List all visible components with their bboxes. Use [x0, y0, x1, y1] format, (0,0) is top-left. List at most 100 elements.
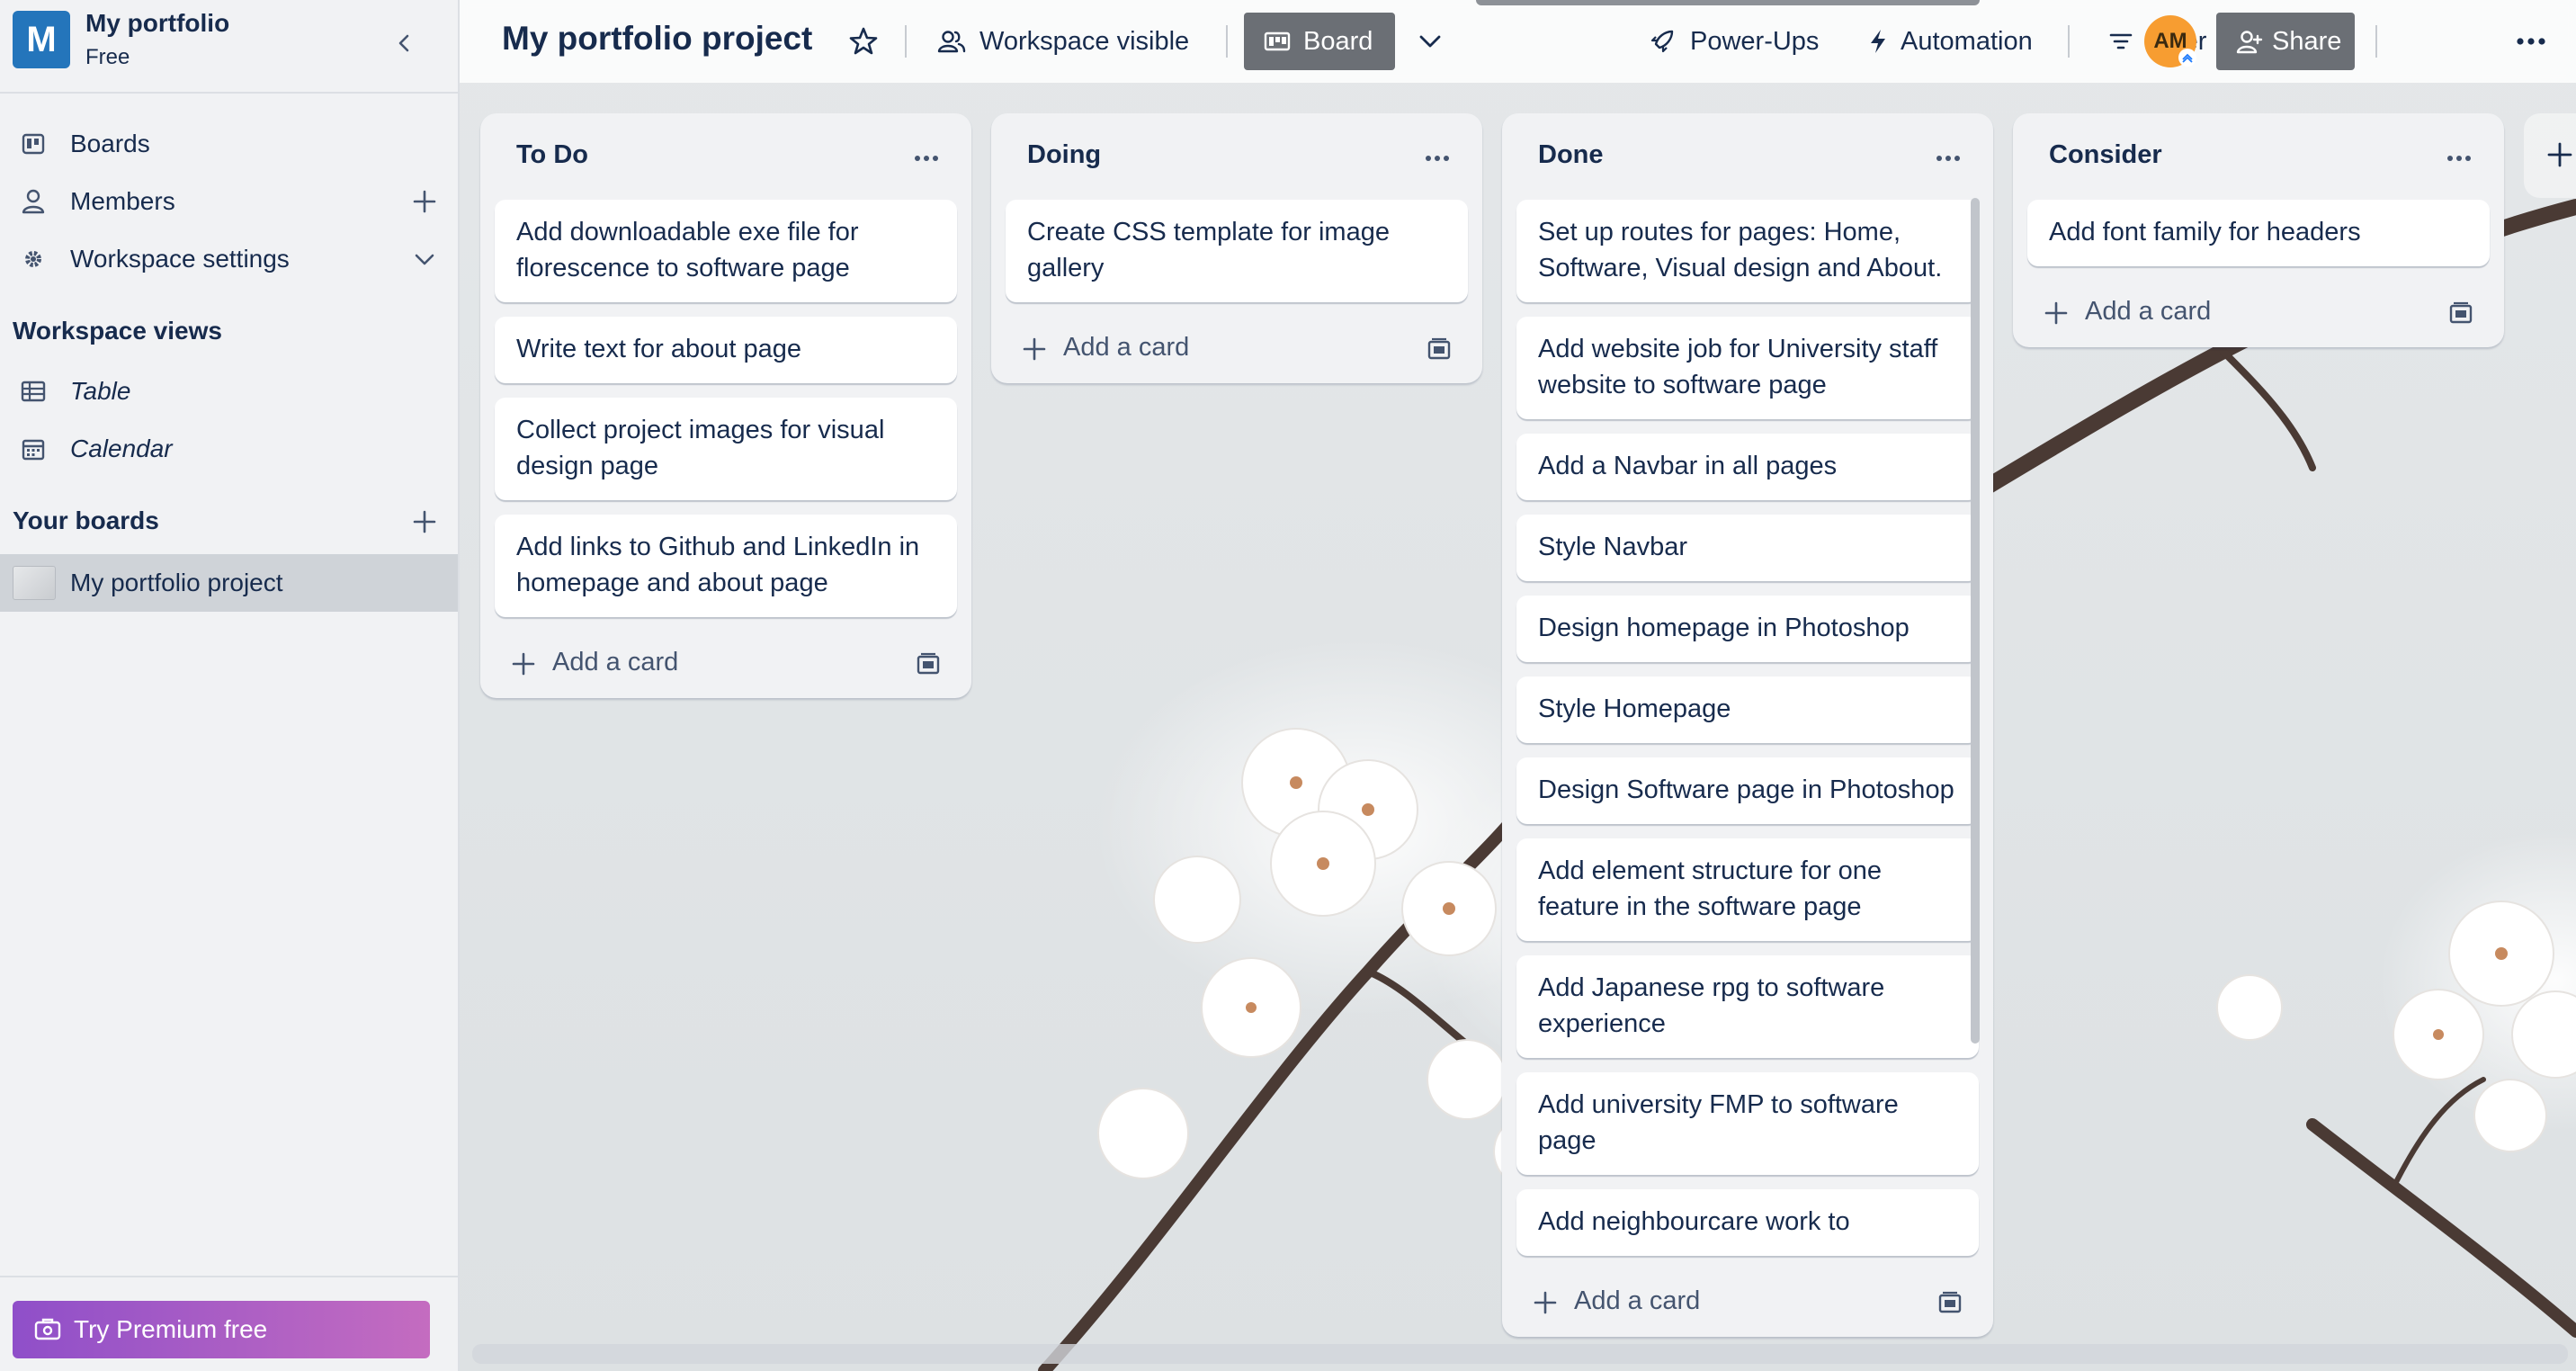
list-title[interactable]: Done: [1538, 140, 1604, 170]
chevron-left-icon: [398, 34, 409, 52]
list-header: Done: [1502, 113, 1993, 200]
sidebar-divider: [0, 1276, 458, 1277]
board-title[interactable]: My portfolio project: [502, 20, 812, 58]
card[interactable]: Design homepage in Photoshop: [1516, 596, 1979, 662]
table-icon: [20, 378, 47, 405]
chevron-down-icon: [1419, 35, 1441, 48]
card[interactable]: Add Japanese rpg to software experience: [1516, 955, 1979, 1058]
board-thumbnail: [13, 566, 56, 600]
plus-icon: [1529, 1286, 1561, 1319]
sidebar-item-boards[interactable]: Boards: [0, 117, 458, 171]
create-board-button[interactable]: [407, 495, 443, 549]
visibility-label: Workspace visible: [979, 26, 1190, 56]
card[interactable]: Add university FMP to software page: [1516, 1072, 1979, 1175]
chevron-down-icon: [415, 254, 434, 265]
add-card-button[interactable]: Add a card: [1502, 1270, 1993, 1337]
card[interactable]: Add links to Github and LinkedIn in home…: [495, 515, 957, 617]
card-template-icon[interactable]: [1423, 333, 1455, 365]
list-header: To Do: [480, 113, 971, 200]
add-card-button[interactable]: Add a card: [991, 317, 1482, 383]
list-to-do: To Do Add downloadable exe file for flor…: [480, 113, 971, 698]
gear-icon: [20, 246, 47, 273]
sidebar-item-calendar[interactable]: Calendar: [0, 422, 458, 476]
list-scrollbar[interactable]: [1971, 198, 1980, 1044]
try-premium-button[interactable]: Try Premium free: [13, 1301, 430, 1358]
add-card-button[interactable]: Add a card: [480, 632, 971, 698]
workspace-plan: Free: [85, 45, 130, 69]
calendar-icon: [20, 435, 47, 462]
board-horizontal-scrollbar[interactable]: [472, 1344, 2568, 1364]
add-card-button[interactable]: Add a card: [2013, 281, 2504, 347]
rocket-icon: [1647, 26, 1677, 57]
card[interactable]: Add font family for headers: [2027, 200, 2490, 266]
toolbar-separator: [2068, 25, 2070, 58]
list-done: Done Set up routes for pages: Home, Soft…: [1502, 113, 1993, 1337]
automation-button[interactable]: Automation: [1863, 13, 2033, 70]
star-board-button[interactable]: [844, 22, 883, 61]
list-consider: Consider Add font family for headers Add…: [2013, 113, 2504, 347]
workspace-logo[interactable]: M: [13, 11, 70, 68]
card[interactable]: Collect project images for visual design…: [495, 398, 957, 500]
card-template-icon[interactable]: [1934, 1286, 1966, 1319]
list-menu-button[interactable]: [2439, 139, 2479, 178]
list-menu-button[interactable]: [907, 139, 946, 178]
list-title[interactable]: To Do: [516, 140, 588, 170]
list-menu-button[interactable]: [1418, 139, 1457, 178]
view-label: Board: [1303, 26, 1373, 56]
add-card-label: Add a card: [552, 648, 679, 677]
more-icon: [1426, 156, 1449, 161]
power-ups-button[interactable]: Power-Ups: [1647, 13, 1819, 70]
card[interactable]: Set up routes for pages: Home, Software,…: [1516, 200, 1979, 302]
add-card-label: Add a card: [2085, 297, 2212, 326]
card-list: Create CSS template for image gallery: [991, 200, 1482, 302]
sidebar-item-label: Workspace settings: [70, 245, 290, 273]
filter-icon: [2106, 26, 2136, 57]
sidebar-item-table[interactable]: Table: [0, 364, 458, 418]
card-template-icon[interactable]: [912, 648, 944, 680]
board-icon: [1264, 28, 1291, 55]
card-template-icon[interactable]: [2445, 297, 2477, 329]
premium-icon: [32, 1314, 63, 1345]
workspace-views-heading: Workspace views: [13, 317, 222, 345]
admin-badge-icon: [2178, 49, 2196, 67]
card[interactable]: Add website job for University staff web…: [1516, 317, 1979, 419]
workspace-name[interactable]: My portfolio: [85, 9, 229, 38]
card-list: Add font family for headers: [2013, 200, 2504, 266]
card[interactable]: Design Software page in Photoshop: [1516, 757, 1979, 824]
premium-label: Try Premium free: [74, 1315, 268, 1343]
card[interactable]: Write text for about page: [495, 317, 957, 383]
card[interactable]: Create CSS template for image gallery: [1006, 200, 1468, 302]
sidebar-item-label: Boards: [70, 130, 150, 157]
collapse-sidebar-button[interactable]: [387, 25, 423, 61]
card[interactable]: Style Navbar: [1516, 515, 1979, 581]
expand-settings-button[interactable]: [407, 241, 443, 277]
your-boards-heading: Your boards: [13, 506, 159, 534]
list-menu-button[interactable]: [1928, 139, 1968, 178]
card[interactable]: Style Homepage: [1516, 677, 1979, 743]
toolbar-separator: [905, 25, 907, 58]
sidebar-board-my-portfolio-project[interactable]: My portfolio project: [0, 554, 458, 612]
visibility-button[interactable]: Workspace visible: [936, 13, 1189, 70]
board-menu-button[interactable]: [2511, 22, 2551, 61]
share-button[interactable]: Share: [2216, 13, 2355, 70]
list-title[interactable]: Consider: [2049, 140, 2162, 170]
card[interactable]: Add element structure for one feature in…: [1516, 838, 1979, 941]
add-member-button[interactable]: [407, 184, 443, 220]
sidebar-item-members[interactable]: Members: [0, 175, 458, 228]
card-list[interactable]: Set up routes for pages: Home, Software,…: [1502, 200, 1993, 1270]
plus-icon: [2544, 139, 2576, 171]
card[interactable]: Add downloadable exe file for florescenc…: [495, 200, 957, 302]
add-card-label: Add a card: [1574, 1286, 1701, 1315]
list-title[interactable]: Doing: [1027, 140, 1101, 170]
board-view-button[interactable]: Board: [1244, 13, 1395, 70]
sidebar-item-workspace-settings[interactable]: Workspace settings: [0, 232, 458, 286]
card[interactable]: Add neighbourcare work to: [1516, 1189, 1979, 1256]
card[interactable]: Add a Navbar in all pages: [1516, 434, 1979, 500]
add-person-icon: [2236, 28, 2263, 55]
switch-view-button[interactable]: [1410, 22, 1450, 61]
board-icon: [20, 130, 47, 157]
add-list-button[interactable]: [2524, 113, 2576, 198]
toolbar-separator: [1226, 25, 1228, 58]
workspace-header: M My portfolio Free: [0, 0, 458, 94]
toolbar-separator: [2375, 25, 2377, 58]
